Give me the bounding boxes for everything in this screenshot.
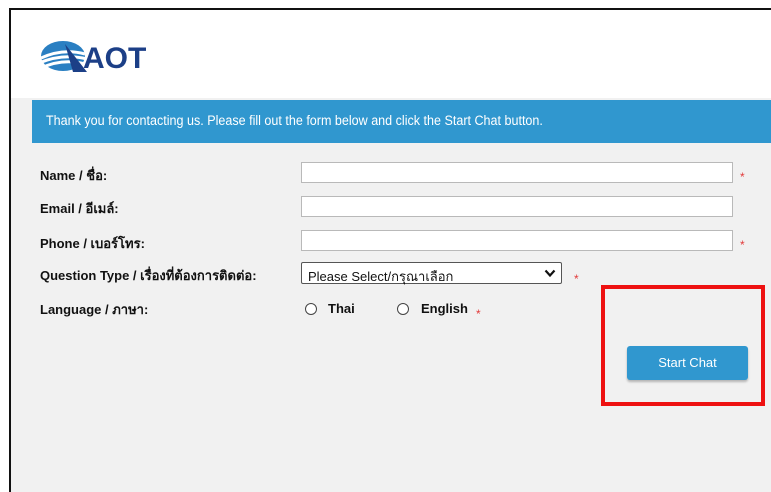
name-required-mark: * xyxy=(740,170,745,184)
language-english-radio[interactable] xyxy=(397,303,409,315)
highlight-box xyxy=(601,285,765,406)
info-banner: Thank you for contacting us. Please fill… xyxy=(32,100,771,143)
question-type-select[interactable]: Please Select/กรุณาเลือก xyxy=(301,262,562,284)
language-thai-radio[interactable] xyxy=(305,303,317,315)
chevron-down-icon xyxy=(544,269,556,278)
email-label: Email / อีเมล์: xyxy=(40,201,119,216)
language-label: Language / ภาษา: xyxy=(40,302,149,317)
header: AOT xyxy=(11,10,771,98)
name-label: Name / ชื่อ: xyxy=(40,168,108,183)
phone-field[interactable] xyxy=(301,230,733,251)
question-type-label: Question Type / เรื่องที่ต้องการติดต่อ: xyxy=(40,268,257,283)
logo-text: AOT xyxy=(83,42,147,75)
chat-form-panel: AOT Thank you for contacting us. Please … xyxy=(9,8,771,492)
language-english-label[interactable]: English xyxy=(421,301,468,316)
question-type-selected: Please Select/กรุณาเลือก xyxy=(308,269,454,284)
name-field[interactable] xyxy=(301,162,733,183)
email-field[interactable] xyxy=(301,196,733,217)
banner-text: Thank you for contacting us. Please fill… xyxy=(46,113,543,128)
question-type-required-mark: * xyxy=(574,272,579,286)
language-thai-label[interactable]: Thai xyxy=(328,301,355,316)
phone-label: Phone / เบอร์โทร: xyxy=(40,236,145,251)
phone-required-mark: * xyxy=(740,238,745,252)
language-required-mark: * xyxy=(476,307,481,321)
